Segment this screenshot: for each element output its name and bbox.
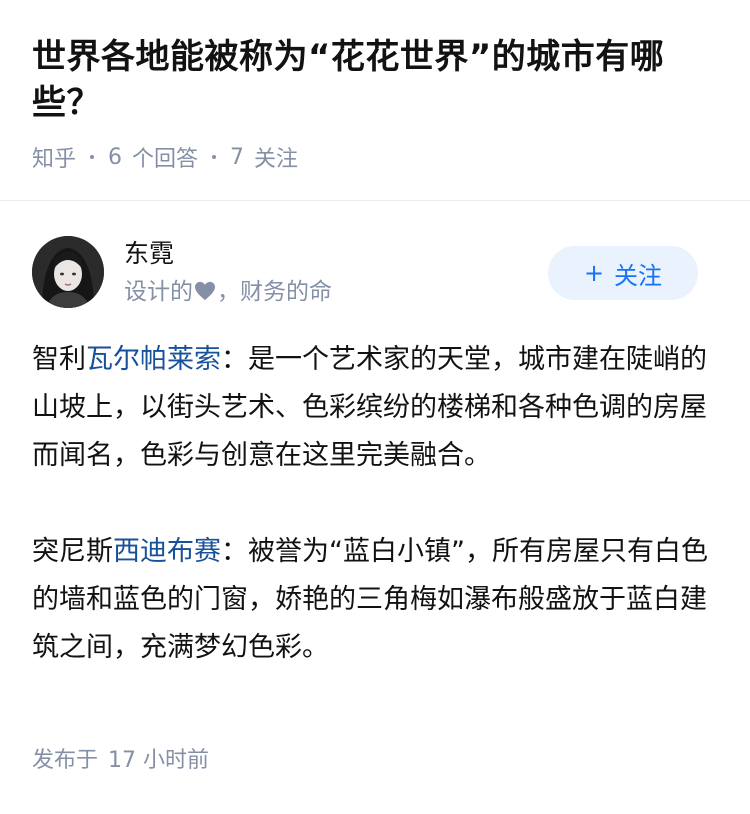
question-header: 世界各地能被称为“花花世界”的城市有哪些？ 知乎 6 个回答 7 关注 <box>0 0 750 174</box>
city-link-sidi-bou-said[interactable]: 西迪布赛 <box>113 536 221 567</box>
paragraph-prefix: 突尼斯 <box>32 536 113 567</box>
question-meta: 知乎 6 个回答 7 关注 <box>32 140 718 174</box>
separator-dot <box>90 155 95 159</box>
follow-button[interactable]: + 关注 <box>548 246 698 300</box>
question-title[interactable]: 世界各地能被称为“花花世界”的城市有哪些？ <box>32 34 718 126</box>
published-time: 17 小时前 <box>108 748 210 773</box>
author-row: 东霓 设计的 ，财务的命 + 关注 <box>32 236 718 310</box>
author-bio: 设计的 ，财务的命 <box>124 274 332 310</box>
follow-count: 7 <box>230 144 245 170</box>
heart-icon <box>195 281 215 301</box>
city-link-valparaiso[interactable]: 瓦尔帕莱索 <box>86 344 221 375</box>
source-label[interactable]: 知乎 <box>32 141 76 173</box>
plus-icon: + <box>583 259 605 287</box>
published-label: 发布于 <box>32 748 99 773</box>
author-name[interactable]: 东霓 <box>124 236 332 272</box>
follow-count-label: 关注 <box>254 147 299 172</box>
answer-paragraph: 突尼斯西迪布赛：被誉为“蓝白小镇”，所有房屋只有白色的墙和蓝色的门窗，娇艳的三角… <box>32 528 720 672</box>
publish-time: 发布于 17 小时前 <box>32 744 209 778</box>
answer-paragraph: 智利瓦尔帕莱索：是一个艺术家的天堂，城市建在陡峭的山坡上，以街头艺术、色彩缤纷的… <box>32 336 720 480</box>
follow-button-label: 关注 <box>614 261 663 290</box>
avatar[interactable] <box>32 236 104 308</box>
answer-body: 智利瓦尔帕莱索：是一个艺术家的天堂，城市建在陡峭的山坡上，以街头艺术、色彩缤纷的… <box>32 336 720 720</box>
answer-count-label: 个回答 <box>132 147 199 172</box>
paragraph-prefix: 智利 <box>32 344 86 375</box>
answer-count: 6 <box>108 144 123 170</box>
author-bio-prefix: 设计的 <box>124 279 193 305</box>
header-divider <box>0 200 750 201</box>
separator-dot <box>212 155 217 159</box>
author-bio-suffix: ，财务的命 <box>217 279 332 305</box>
author-info: 东霓 设计的 ，财务的命 <box>124 236 332 310</box>
avatar-image <box>32 236 104 308</box>
answer-page: 世界各地能被称为“花花世界”的城市有哪些？ 知乎 6 个回答 7 关注 东霓 设… <box>0 0 750 814</box>
